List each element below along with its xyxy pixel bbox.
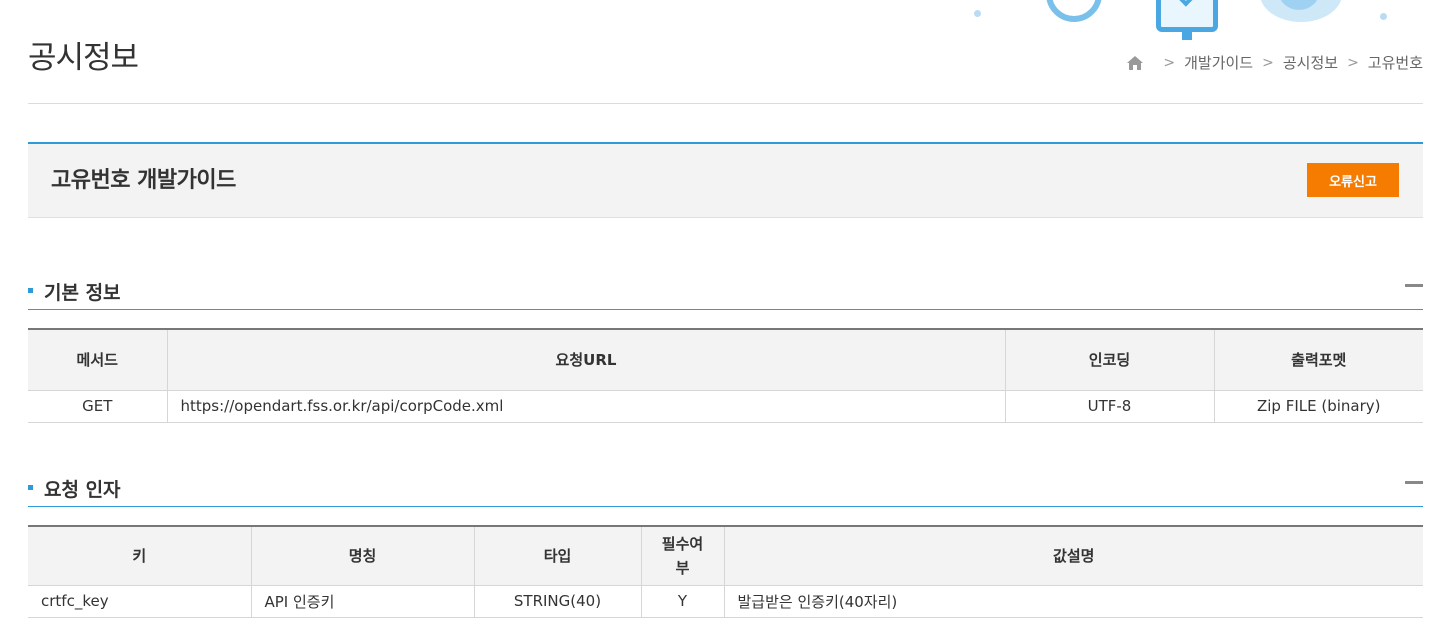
chevron-right-icon: > [1163,54,1176,71]
collapse-icon[interactable] [1405,284,1423,287]
column-header: 요청URL [167,328,1006,391]
chevron-right-icon: > [1262,54,1274,71]
collapse-icon[interactable] [1405,481,1423,484]
column-header: 필수여부 [641,525,725,586]
basic-info-table: 메서드 요청URL 인코딩 출력포멧 GET https://opendart.… [28,328,1423,423]
bullet-icon [28,485,33,490]
table-cell: crtfc_key [28,585,252,618]
table-cell: UTF-8 [1005,390,1215,423]
table-row: GET https://opendart.fss.or.kr/api/corpC… [28,390,1423,423]
column-header: 값설명 [724,525,1423,586]
section-request-params: 요청 인자 [28,473,1423,507]
table-cell: https://opendart.fss.or.kr/api/corpCode.… [167,390,1006,423]
table-row: crtfc_key API 인증키 STRING(40) Y 발급받은 인증키(… [28,585,1423,618]
breadcrumb-item-corp-code[interactable]: 고유번호 [1368,52,1423,73]
table-cell: 발급받은 인증키(40자리) [724,585,1423,618]
column-header: 메서드 [28,328,168,391]
column-header: 출력포멧 [1214,328,1423,391]
column-header: 타입 [474,525,642,586]
table-cell: Y [641,585,725,618]
section-title: 요청 인자 [44,479,121,501]
report-error-button[interactable]: 오류신고 [1307,163,1399,197]
column-header: 인코딩 [1005,328,1215,391]
section-title: 기본 정보 [44,282,121,304]
chevron-right-icon: > [1347,54,1359,71]
breadcrumb-item-disclosure[interactable]: 공시정보 [1283,52,1338,73]
breadcrumb-item-dev-guide[interactable]: 개발가이드 [1184,52,1253,73]
table-cell: GET [28,390,168,423]
table-header-row: 키 명칭 타입 필수여부 값설명 [28,525,1423,586]
table-cell: STRING(40) [474,585,642,618]
header-illustration [960,0,1400,40]
table-cell: API 인증키 [251,585,475,618]
column-header: 명칭 [251,525,475,586]
home-icon[interactable] [1126,55,1144,71]
guide-header: 고유번호 개발가이드 오류신고 [28,142,1423,218]
header-divider [28,103,1423,104]
page-title: 공시정보 [28,40,139,76]
guide-title: 고유번호 개발가이드 [51,168,236,193]
bullet-icon [28,288,33,293]
breadcrumb: > 개발가이드 > 공시정보 > 고유번호 [1126,52,1423,73]
section-basic-info: 기본 정보 [28,276,1423,310]
column-header: 키 [28,525,252,586]
table-cell: Zip FILE (binary) [1214,390,1423,423]
request-params-table: 키 명칭 타입 필수여부 값설명 crtfc_key API 인증키 STRIN… [28,525,1423,618]
table-header-row: 메서드 요청URL 인코딩 출력포멧 [28,328,1423,391]
